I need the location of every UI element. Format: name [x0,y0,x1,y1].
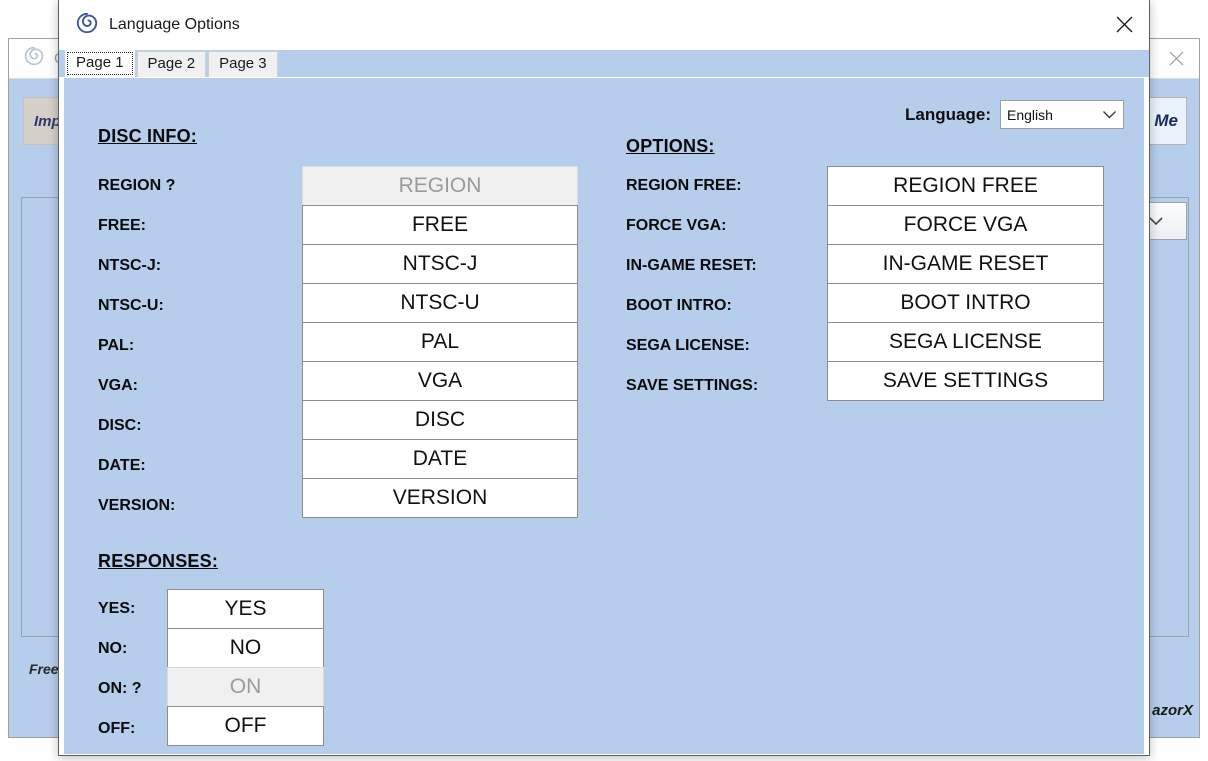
dialog-title: Language Options [109,16,240,33]
disc-info-heading: DISC INFO: [98,126,197,146]
close-icon [1169,51,1183,66]
field-free[interactable]: FREE [302,205,578,245]
options-labels: REGION FREE: FORCE VGA: IN-GAME RESET: B… [626,166,758,406]
label-pal: PAL: [98,337,135,354]
disc-info-fields: REGION FREE NTSC-J NTSC-U PAL VGA DISC D… [302,166,578,518]
language-selector-row: Language: English [905,100,1124,129]
options-fields: REGION FREE FORCE VGA IN-GAME RESET BOOT… [827,166,1104,401]
chevron-down-icon [1103,111,1116,119]
label-region: REGION ? [98,177,176,194]
label-free: FREE: [98,217,146,234]
label-force-vga: FORCE VGA: [626,217,727,234]
label-boot-intro: BOOT INTRO: [626,297,732,314]
disc-info-labels: REGION ? FREE: NTSC-J: NTSC-U: PAL: VGA:… [98,166,175,526]
label-no: NO: [98,640,128,657]
field-sega-license[interactable]: SEGA LICENSE [827,322,1104,362]
label-off: OFF: [98,720,136,737]
dialog-close-button[interactable] [1099,0,1149,49]
field-on: ON [167,667,324,707]
dreamcast-spiral-icon [23,45,45,72]
tab-page-3[interactable]: Page 3 [208,51,278,77]
tab-page-2[interactable]: Page 2 [136,51,207,77]
field-pal[interactable]: PAL [302,322,578,362]
dreamcast-spiral-icon [75,11,99,40]
field-off[interactable]: OFF [167,706,324,746]
field-save-settings[interactable]: SAVE SETTINGS [827,361,1104,401]
field-region-free[interactable]: REGION FREE [827,166,1104,206]
field-date[interactable]: DATE [302,439,578,479]
label-region-free: REGION FREE: [626,177,742,194]
responses-labels: YES: NO: ON: ? OFF: [98,589,142,749]
field-yes[interactable]: YES [167,589,324,629]
field-vga[interactable]: VGA [302,361,578,401]
field-ntsc-u[interactable]: NTSC-U [302,283,578,323]
label-disc: DISC: [98,417,142,434]
options-heading: OPTIONS: [626,136,715,156]
label-save-settings: SAVE SETTINGS: [626,377,759,394]
background-window-close-button[interactable] [1153,39,1199,78]
label-ntsc-u: NTSC-U: [98,297,164,314]
language-select[interactable]: English [1000,100,1124,129]
close-icon [1116,16,1132,33]
field-force-vga[interactable]: FORCE VGA [827,205,1104,245]
label-date: DATE: [98,457,146,474]
responses-fields: YES NO ON OFF [167,589,324,746]
responses-heading: RESPONSES: [98,551,219,571]
dialog-body: Language: English DISC INFO: OPTIONS: RE… [63,77,1145,755]
language-label: Language: [905,104,991,124]
language-options-dialog: Language Options Page 1 Page 2 Page 3 La… [58,0,1150,756]
label-ntsc-j: NTSC-J: [98,257,162,274]
field-no[interactable]: NO [167,628,324,668]
chevron-down-icon [1149,217,1163,226]
language-select-value: English [1007,106,1053,123]
field-version[interactable]: VERSION [302,478,578,518]
background-footer-right: azorX [1152,702,1193,719]
label-yes: YES: [98,600,136,617]
dialog-titlebar: Language Options [59,0,1149,50]
label-in-game-reset: IN-GAME RESET: [626,257,757,274]
label-vga: VGA: [98,377,138,394]
tabstrip: Page 1 Page 2 Page 3 [59,50,1149,77]
label-sega-license: SEGA LICENSE: [626,337,750,354]
field-disc[interactable]: DISC [302,400,578,440]
field-boot-intro[interactable]: BOOT INTRO [827,283,1104,323]
field-region: REGION [302,166,578,206]
label-version: VERSION: [98,497,176,514]
field-ntsc-j[interactable]: NTSC-J [302,244,578,284]
tab-page-1[interactable]: Page 1 [65,50,135,77]
background-footer-left: Free [29,661,59,677]
label-on: ON: ? [98,680,142,697]
field-in-game-reset[interactable]: IN-GAME RESET [827,244,1104,284]
